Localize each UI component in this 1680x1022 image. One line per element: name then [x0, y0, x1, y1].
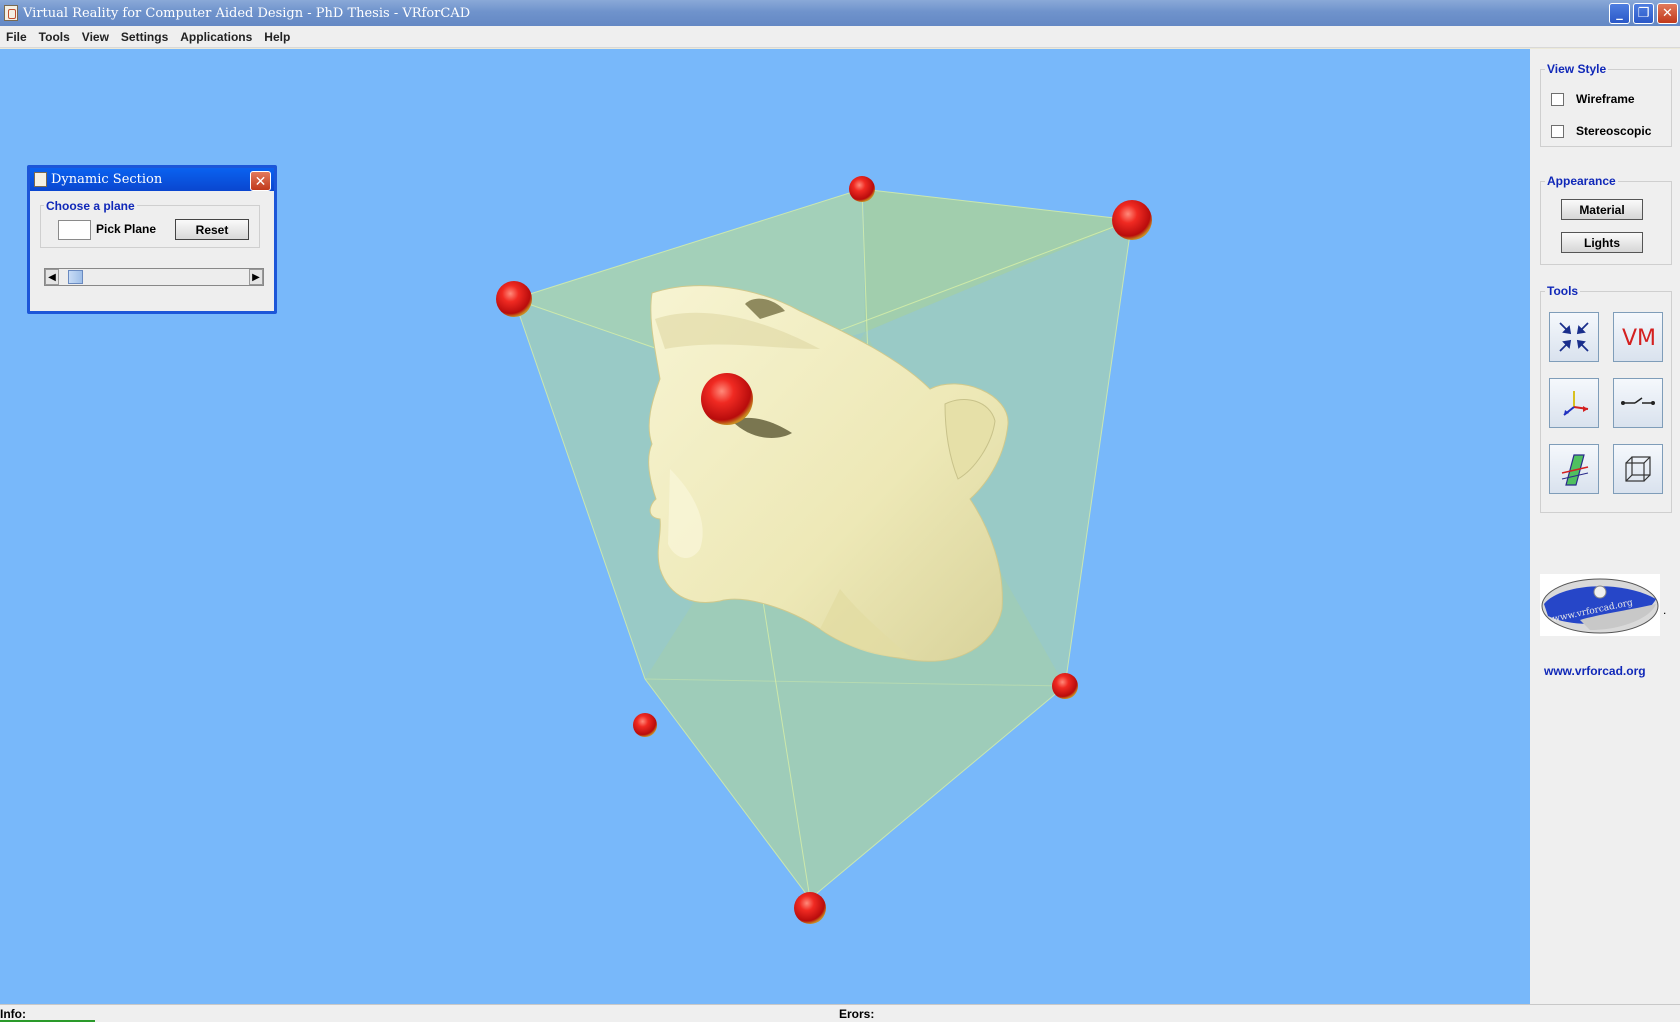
- control-sphere[interactable]: [633, 713, 657, 737]
- errors-label: Erors:: [839, 1007, 875, 1021]
- slider-right-arrow[interactable]: ▶: [249, 269, 263, 285]
- vm-icon: VM: [1622, 326, 1656, 351]
- section-slider[interactable]: ◀ ▶: [44, 268, 264, 286]
- material-button[interactable]: Material: [1561, 199, 1643, 220]
- control-sphere[interactable]: [701, 373, 753, 425]
- side-panel: View Style Wireframe Stereoscopic Appear…: [1530, 49, 1680, 1004]
- bounding-box-button[interactable]: [1613, 444, 1663, 494]
- wireframe-checkbox[interactable]: [1551, 92, 1564, 106]
- appearance-group: Appearance Material Lights: [1540, 174, 1672, 265]
- slider-left-arrow[interactable]: ◀: [45, 269, 59, 285]
- stereoscopic-checkbox[interactable]: [1551, 124, 1564, 138]
- wireframe-label: Wireframe: [1576, 92, 1635, 106]
- 3d-viewport[interactable]: Dynamic Section ✕ Choose a plane Pick Pl…: [0, 49, 1530, 1004]
- stereoscopic-row[interactable]: Stereoscopic: [1551, 124, 1651, 138]
- vm-button[interactable]: VM: [1613, 312, 1663, 362]
- menu-help[interactable]: Help: [258, 30, 296, 44]
- choose-plane-group: Choose a plane Pick Plane Reset: [40, 199, 260, 248]
- pick-plane-label: Pick Plane: [96, 222, 157, 236]
- dialog-app-icon: [34, 172, 47, 187]
- view-style-label: View Style: [1545, 62, 1609, 76]
- wireframe-row[interactable]: Wireframe: [1551, 92, 1635, 106]
- measure-button[interactable]: [1613, 378, 1663, 428]
- dialog-title-bar[interactable]: Dynamic Section ✕: [30, 168, 274, 191]
- tools-group: Tools VM: [1540, 284, 1672, 513]
- website-link[interactable]: www.vrforcad.org: [1544, 664, 1646, 678]
- svg-text:VM: VM: [1622, 326, 1656, 351]
- control-sphere[interactable]: [1112, 200, 1152, 240]
- menu-bar: File Tools View Settings Applications He…: [0, 26, 1680, 48]
- title-bar: Virtual Reality for Computer Aided Desig…: [0, 0, 1680, 26]
- fit-all-button[interactable]: [1549, 312, 1599, 362]
- window-controls: _ ❐ ✕: [1609, 3, 1678, 24]
- section-plane-icon: [1561, 454, 1589, 486]
- app-icon[interactable]: [4, 5, 18, 21]
- menu-view[interactable]: View: [76, 30, 115, 44]
- close-icon: ✕: [254, 172, 267, 189]
- section-plane-button[interactable]: [1549, 444, 1599, 494]
- control-sphere[interactable]: [849, 176, 875, 202]
- window-title: Virtual Reality for Computer Aided Desig…: [23, 5, 471, 21]
- axes-icon: [1563, 391, 1589, 416]
- status-bar: Info: Erors:: [0, 1004, 1680, 1022]
- maximize-button[interactable]: ❐: [1633, 3, 1654, 24]
- dialog-close-button[interactable]: ✕: [250, 171, 271, 191]
- tools-label: Tools: [1545, 284, 1581, 298]
- bounding-box-icon: [1625, 456, 1651, 482]
- vrforcad-logo: www.vrforcad.org: [1540, 574, 1660, 636]
- axes-button[interactable]: [1549, 378, 1599, 428]
- slider-thumb[interactable]: [68, 270, 83, 284]
- close-button[interactable]: ✕: [1657, 3, 1678, 24]
- stereoscopic-label: Stereoscopic: [1576, 124, 1652, 138]
- menu-applications[interactable]: Applications: [174, 30, 258, 44]
- control-sphere[interactable]: [794, 892, 826, 924]
- view-style-group: View Style Wireframe Stereoscopic: [1540, 62, 1672, 147]
- control-sphere[interactable]: [1052, 673, 1078, 699]
- menu-settings[interactable]: Settings: [115, 30, 174, 44]
- lights-button[interactable]: Lights: [1561, 232, 1643, 253]
- info-label: Info:: [0, 1007, 26, 1021]
- appearance-label: Appearance: [1545, 174, 1618, 188]
- measure-icon: [1621, 397, 1655, 405]
- reset-button[interactable]: Reset: [175, 219, 249, 240]
- fit-all-icon: [1559, 322, 1589, 352]
- dialog-title: Dynamic Section: [51, 172, 163, 187]
- logo-dot: .: [1663, 603, 1667, 617]
- minimize-button[interactable]: _: [1609, 3, 1630, 24]
- menu-file[interactable]: File: [0, 30, 33, 44]
- menu-tools[interactable]: Tools: [33, 30, 76, 44]
- dynamic-section-dialog: Dynamic Section ✕ Choose a plane Pick Pl…: [27, 165, 277, 314]
- group-label: Choose a plane: [44, 199, 137, 213]
- pick-plane-toggle[interactable]: [58, 220, 91, 240]
- control-sphere[interactable]: [496, 281, 532, 317]
